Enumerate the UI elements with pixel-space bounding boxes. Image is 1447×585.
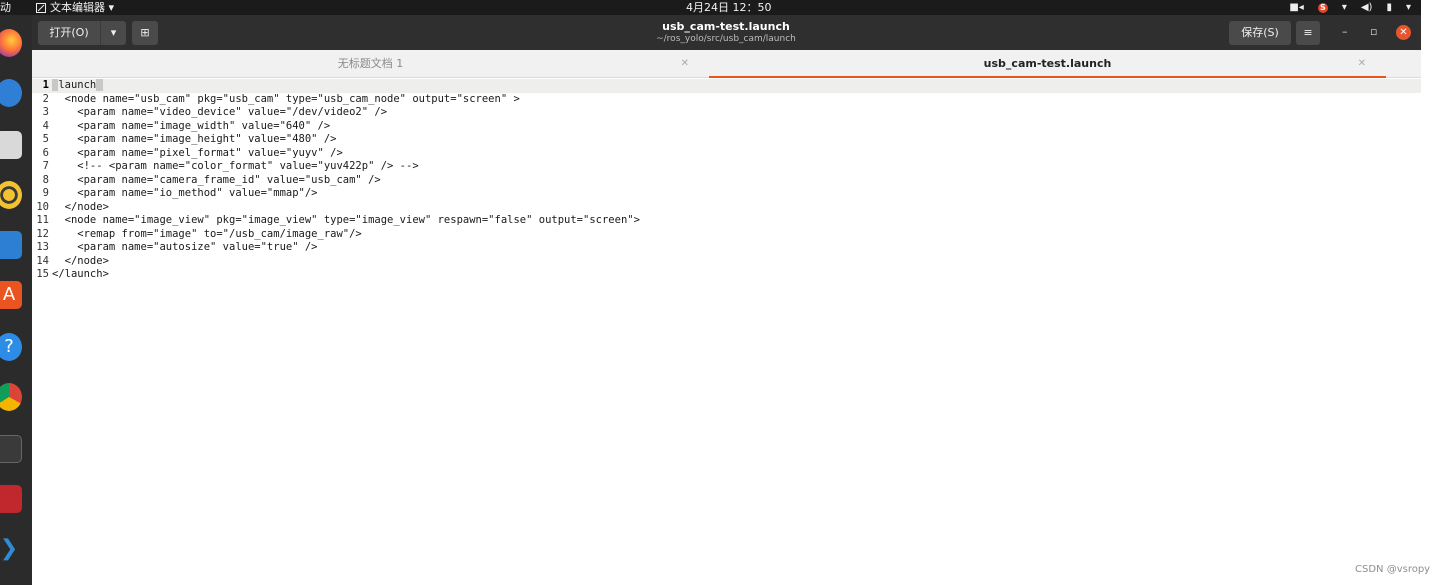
line-number: 12 xyxy=(36,227,49,240)
code-line[interactable]: <param name="autosize" value="true" /> xyxy=(52,241,640,255)
dock: A ? ❯ xyxy=(0,15,32,585)
tab-bar: 无标题文档 1 ✕ usb_cam-test.launch ✕ xyxy=(32,50,1421,78)
new-document-button[interactable]: ⊞ xyxy=(132,21,158,45)
close-window-icon[interactable]: ✕ xyxy=(1396,25,1411,40)
tab-label: usb_cam-test.launch xyxy=(983,57,1112,70)
line-number: 2 xyxy=(42,92,49,105)
minimize-icon[interactable]: – xyxy=(1342,25,1348,38)
sogou-input-icon[interactable]: S xyxy=(1317,2,1328,13)
code-line[interactable]: <param name="video_device" value="/dev/v… xyxy=(52,106,640,120)
terminal-icon[interactable] xyxy=(0,435,22,463)
code-line[interactable]: <param name="io_method" value="mmap"/> xyxy=(52,187,640,201)
system-tray[interactable]: ■◂ S ▾ ◀) ▮ ▾ xyxy=(1289,0,1411,15)
right-margin xyxy=(1421,0,1447,585)
code-line[interactable]: <node name="usb_cam" pkg="usb_cam" type=… xyxy=(52,93,640,107)
close-tab-icon[interactable]: ✕ xyxy=(681,50,689,78)
save-button[interactable]: 保存(S) xyxy=(1229,21,1291,45)
tab-label: 无标题文档 1 xyxy=(337,57,404,70)
open-button[interactable]: 打开(O) xyxy=(38,21,100,45)
text-editor-app-icon xyxy=(36,2,46,13)
maximize-icon[interactable]: ▫ xyxy=(1370,25,1377,38)
hamburger-menu-button[interactable]: ≡ xyxy=(1296,21,1320,45)
code-line[interactable]: <!-- <param name="color_format" value="y… xyxy=(52,160,640,174)
thunderbird-icon[interactable] xyxy=(0,79,22,107)
new-tab-icon: ⊞ xyxy=(140,26,150,39)
line-number: 5 xyxy=(42,133,49,145)
line-number: 7 xyxy=(42,160,49,172)
code-line[interactable]: <param name="image_height" value="480" /… xyxy=(52,133,640,147)
code-line[interactable]: </node> xyxy=(52,201,640,215)
rhythmbox-icon[interactable] xyxy=(0,181,22,209)
header-bar: 打开(O) ▾ ⊞ usb_cam-test.launch ~/ros_yolo… xyxy=(32,15,1421,50)
camera-indicator-icon[interactable]: ■◂ xyxy=(1289,0,1303,15)
watermark: CSDN @vsropy xyxy=(1355,564,1431,575)
writer-icon[interactable] xyxy=(0,231,22,259)
help-icon[interactable]: ? xyxy=(0,333,22,361)
tab-usb-cam-test[interactable]: usb_cam-test.launch ✕ xyxy=(709,50,1386,78)
app-icon[interactable] xyxy=(0,485,22,513)
line-number: 14 xyxy=(36,254,49,267)
app-menu-label: 文本编辑器 ▾ xyxy=(50,1,115,14)
code-line[interactable]: <node name="image_view" pkg="image_view"… xyxy=(52,214,640,228)
window-title: usb_cam-test.launch xyxy=(662,20,790,33)
volume-icon[interactable]: ◀) xyxy=(1361,0,1373,15)
code-line[interactable]: </launch> xyxy=(52,268,640,282)
files-icon[interactable] xyxy=(0,131,22,159)
code-line[interactable]: </node> xyxy=(52,255,640,269)
app-menu[interactable]: 文本编辑器 ▾ xyxy=(36,0,114,15)
open-dropdown-button[interactable]: ▾ xyxy=(100,21,126,45)
system-top-bar: 动 文本编辑器 ▾ 4月24日 12：50 ■◂ S ▾ ◀) ▮ ▾ xyxy=(0,0,1421,15)
firefox-icon[interactable] xyxy=(0,29,22,57)
text-editor[interactable]: 1 2 3 4 5 6 7 8 9 10 11 12 13 14 15 <lau… xyxy=(32,79,1421,585)
line-number: 1 xyxy=(42,79,49,91)
line-number: 4 xyxy=(42,119,49,132)
line-number: 9 xyxy=(42,187,49,199)
line-number: 8 xyxy=(42,173,49,186)
vscode-icon[interactable]: ❯ xyxy=(0,535,22,563)
line-number: 11 xyxy=(36,214,49,226)
line-number: 13 xyxy=(36,241,49,253)
tab-untitled[interactable]: 无标题文档 1 ✕ xyxy=(32,50,709,78)
file-path: ~/ros_yolo/src/usb_cam/launch xyxy=(656,34,796,44)
line-number: 3 xyxy=(42,106,49,118)
code-line[interactable]: <remap from="image" to="/usb_cam/image_r… xyxy=(52,228,640,242)
line-number: 10 xyxy=(36,200,49,213)
chrome-icon[interactable] xyxy=(0,383,22,411)
code-line[interactable]: <launch> xyxy=(52,79,640,93)
code-content[interactable]: <launch> <node name="usb_cam" pkg="usb_c… xyxy=(52,79,640,282)
power-menu-icon[interactable]: ▾ xyxy=(1406,0,1411,15)
code-line[interactable]: <param name="camera_frame_id" value="usb… xyxy=(52,174,640,188)
line-number: 6 xyxy=(42,146,49,159)
clock[interactable]: 4月24日 12：50 xyxy=(686,0,772,15)
chevron-down-icon: ▾ xyxy=(110,26,117,39)
battery-icon[interactable]: ▮ xyxy=(1386,0,1392,15)
software-center-icon[interactable]: A xyxy=(0,281,22,309)
code-text: launch xyxy=(58,79,97,91)
activities-button[interactable]: 动 xyxy=(0,0,11,15)
menu-icon: ≡ xyxy=(1303,26,1313,39)
close-tab-icon[interactable]: ✕ xyxy=(1358,50,1366,78)
code-line[interactable]: <param name="image_width" value="640" /> xyxy=(52,120,640,134)
code-line[interactable]: <param name="pixel_format" value="yuyv" … xyxy=(52,147,640,161)
wifi-icon[interactable]: ▾ xyxy=(1342,0,1347,15)
bracket-match-highlight: > xyxy=(96,79,103,91)
line-number: 15 xyxy=(36,268,49,280)
line-number-gutter: 1 2 3 4 5 6 7 8 9 10 11 12 13 14 15 xyxy=(32,79,49,282)
